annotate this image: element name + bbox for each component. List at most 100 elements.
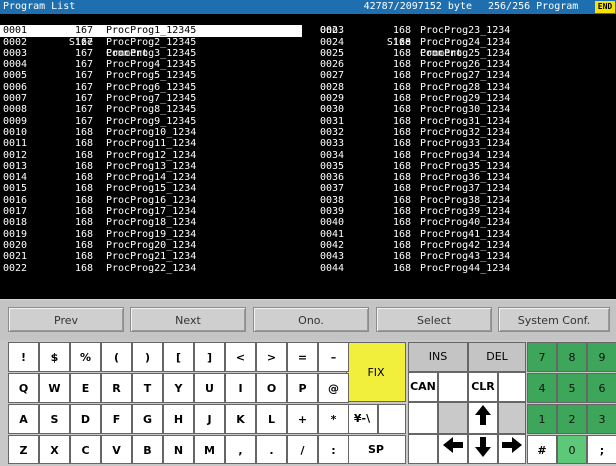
ins-key[interactable]: INS (408, 342, 468, 372)
key-row1-3[interactable]: ( (101, 342, 132, 372)
program-row[interactable]: 0006 167 ProcProg6_12345 (0, 82, 302, 93)
key-row4-2[interactable]: C (70, 435, 101, 464)
key-row3-10[interactable]: * (318, 404, 349, 434)
program-row[interactable]: 0039 168 ProcProg39_1234 (0, 206, 510, 217)
key-row3-3[interactable]: F (101, 404, 132, 434)
can-key[interactable]: CAN (408, 372, 438, 402)
key-row1-10[interactable]: – (318, 342, 349, 372)
key-row2-7[interactable]: I (225, 373, 256, 403)
blank-key[interactable] (378, 404, 406, 434)
program-row[interactable]: 0016 168 ProcProg16_1234 (0, 195, 302, 206)
blank-key[interactable] (438, 402, 468, 434)
numpad-key-4[interactable]: 5 (557, 373, 587, 403)
numpad-key-3[interactable]: 4 (527, 373, 557, 403)
key-row3-5[interactable]: H (163, 404, 194, 434)
program-row[interactable]: 0042 168 ProcProg42_1234 (0, 240, 510, 251)
left-arrow-key[interactable] (438, 434, 468, 464)
system-conf-button[interactable]: System Conf. (498, 307, 610, 332)
program-row[interactable]: 0017 168 ProcProg17_1234 (0, 206, 302, 217)
program-row[interactable]: 0005 167 ProcProg5_12345 (0, 70, 302, 81)
program-row[interactable]: 0007 167 ProcProg7_12345 (0, 93, 302, 104)
key-row4-4[interactable]: B (132, 435, 163, 464)
program-row[interactable]: 0013 168 ProcProg13_1234 (0, 161, 302, 172)
key-row1-6[interactable]: ] (194, 342, 225, 372)
program-row[interactable]: 0029 168 ProcProg29_1234 (0, 93, 510, 104)
key-row1-7[interactable]: < (225, 342, 256, 372)
program-row[interactable]: 0038 168 ProcProg38_1234 (0, 195, 510, 206)
key-row1-5[interactable]: [ (163, 342, 194, 372)
key-row1-1[interactable]: $ (39, 342, 70, 372)
numpad-key-7[interactable]: 2 (557, 404, 587, 434)
blank-key[interactable] (438, 372, 468, 402)
program-row[interactable]: 0027 168 ProcProg27_1234 (0, 70, 510, 81)
key-row1-2[interactable]: % (70, 342, 101, 372)
blank-key[interactable] (408, 402, 438, 434)
key-row3-1[interactable]: S (39, 404, 70, 434)
key-row1-8[interactable]: > (256, 342, 287, 372)
program-row[interactable]: 0035 168 ProcProg35_1234 (0, 161, 510, 172)
program-row[interactable]: 0032 168 ProcProg32_1234 (0, 127, 510, 138)
key-row2-10[interactable]: @ (318, 373, 349, 403)
key-row4-6[interactable]: M (194, 435, 225, 464)
key-row3-4[interactable]: G (132, 404, 163, 434)
program-row[interactable]: 0001 167 ProcProg1_12345 (0, 25, 302, 37)
key-row4-0[interactable]: Z (8, 435, 39, 464)
down-arrow-key[interactable] (468, 434, 498, 464)
clr-key[interactable]: CLR (468, 372, 498, 402)
key-row1-4[interactable]: ) (132, 342, 163, 372)
blank-key[interactable] (498, 402, 526, 434)
yen-key[interactable]: ¥-\ (346, 404, 378, 434)
key-row2-8[interactable]: O (256, 373, 287, 403)
program-row[interactable]: 0011 168 ProcProg11_1234 (0, 138, 302, 149)
program-row[interactable]: 0020 168 ProcProg20_1234 (0, 240, 302, 251)
next-button[interactable]: Next (130, 307, 246, 332)
key-row2-9[interactable]: P (287, 373, 318, 403)
program-row[interactable]: 0041 168 ProcProg41_1234 (0, 229, 510, 240)
program-row[interactable]: 0043 168 ProcProg43_1234 (0, 251, 510, 262)
program-row[interactable]: 0026 168 ProcProg26_1234 (0, 59, 510, 70)
key-row2-1[interactable]: W (39, 373, 70, 403)
key-row4-9[interactable]: / (287, 435, 318, 464)
program-row[interactable]: 0003 167 ProcProg3_12345 (0, 48, 302, 59)
key-row3-8[interactable]: L (256, 404, 287, 434)
key-row4-10[interactable]: : (318, 435, 349, 464)
blank-key[interactable] (498, 372, 526, 402)
program-row[interactable]: 0014 168 ProcProg14_1234 (0, 172, 302, 183)
key-row4-5[interactable]: N (163, 435, 194, 464)
key-row2-6[interactable]: U (194, 373, 225, 403)
right-arrow-key[interactable] (498, 434, 526, 464)
program-row[interactable]: 0009 167 ProcProg9_12345 (0, 116, 302, 127)
end-badge[interactable]: END (595, 1, 615, 13)
numpad-key-5[interactable]: 6 (587, 373, 616, 403)
key-row1-9[interactable]: = (287, 342, 318, 372)
program-row[interactable]: 0010 168 ProcProg10_1234 (0, 127, 302, 138)
numpad-key-10[interactable]: 0 (557, 435, 587, 464)
numpad-key-2[interactable]: 9 (587, 342, 616, 372)
key-row3-7[interactable]: K (225, 404, 256, 434)
key-row2-3[interactable]: R (101, 373, 132, 403)
program-row[interactable]: 0015 168 ProcProg15_1234 (0, 183, 302, 194)
numpad-key-0[interactable]: 7 (527, 342, 557, 372)
del-key[interactable]: DEL (468, 342, 526, 372)
ono-button[interactable]: Ono. (253, 307, 369, 332)
blank-key[interactable] (408, 434, 438, 464)
program-row[interactable]: 0030 168 ProcProg30_1234 (0, 104, 510, 115)
program-list[interactable]: Ono. Size Comment 0001167ProcProg1_12345… (0, 14, 616, 299)
program-row[interactable]: 0033 168 ProcProg33_1234 (0, 138, 510, 149)
key-row2-0[interactable]: Q (8, 373, 39, 403)
numpad-key-8[interactable]: 3 (587, 404, 616, 434)
up-arrow-key[interactable] (468, 402, 498, 434)
program-row[interactable]: 0024 168 ProcProg24_1234 (0, 37, 510, 48)
key-row1-0[interactable]: ! (8, 342, 39, 372)
program-row[interactable]: 0023 168 ProcProg23_1234 (0, 25, 510, 36)
program-row[interactable]: 0028 168 ProcProg28_1234 (0, 82, 510, 93)
numpad-key-11[interactable]: ; (587, 435, 616, 464)
key-row3-6[interactable]: J (194, 404, 225, 434)
program-row[interactable]: 0018 168 ProcProg18_1234 (0, 217, 302, 228)
program-row[interactable]: 0021 168 ProcProg21_1234 (0, 251, 302, 262)
key-row2-5[interactable]: Y (163, 373, 194, 403)
program-row[interactable]: 0008 167 ProcProg8_12345 (0, 104, 302, 115)
key-row4-8[interactable]: . (256, 435, 287, 464)
key-row4-1[interactable]: X (39, 435, 70, 464)
prev-button[interactable]: Prev (8, 307, 124, 332)
